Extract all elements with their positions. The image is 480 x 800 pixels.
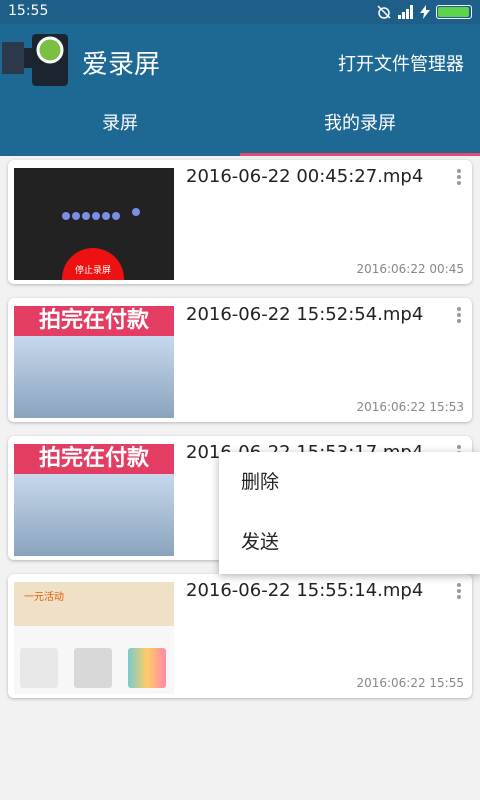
- more-options-icon[interactable]: [452, 168, 466, 186]
- recording-date: 2016:06:22 00:45: [356, 262, 464, 276]
- recording-date: 2016:06:22 15:53: [356, 400, 464, 414]
- recording-card[interactable]: 拍完在付款 2016-06-22 15:52:54.mp4 2016:06:22…: [8, 298, 472, 422]
- more-options-icon[interactable]: [452, 582, 466, 600]
- thumbnail-banner: 一元活动: [14, 582, 174, 626]
- recording-card[interactable]: 停止录屏 2016-06-22 00:45:27.mp4 2016:06:22 …: [8, 160, 472, 284]
- charging-icon: [420, 5, 430, 19]
- recording-filename: 2016-06-22 15:52:54.mp4: [186, 304, 424, 325]
- popup-menu: 删除 发送: [219, 452, 480, 574]
- tab-bar: 录屏 我的录屏: [0, 94, 480, 156]
- app-title: 爱录屏: [82, 50, 161, 80]
- status-icons: [376, 4, 472, 20]
- thumbnail-product: [128, 648, 166, 688]
- status-bar: 15:55: [0, 0, 480, 24]
- recording-filename: 2016-06-22 00:45:27.mp4: [186, 166, 424, 187]
- thumbnail-photo: [14, 474, 174, 556]
- recording-filename: 2016-06-22 15:55:14.mp4: [186, 580, 424, 601]
- app-logo-icon: [2, 34, 68, 86]
- video-thumbnail: 拍完在付款: [14, 306, 174, 418]
- signal-icon: [398, 5, 413, 19]
- tab-my-recordings[interactable]: 我的录屏: [240, 94, 480, 156]
- video-thumbnail: 一元活动: [14, 582, 174, 694]
- video-thumbnail: 停止录屏: [14, 168, 174, 280]
- thumbnail-product: [74, 648, 112, 688]
- thumbnail-banner-text: 一元活动: [24, 592, 64, 603]
- thumbnail-banner-text: 拍完在付款: [14, 306, 174, 336]
- recording-card[interactable]: 一元活动 2016-06-22 15:55:14.mp4 2016:06:22 …: [8, 574, 472, 698]
- more-options-icon[interactable]: [452, 306, 466, 324]
- recording-date: 2016:06:22 15:55: [356, 676, 464, 690]
- thumbnail-banner-text: 拍完在付款: [14, 444, 174, 474]
- send-menu-item[interactable]: 发送: [219, 512, 480, 572]
- thumbnail-product: [20, 648, 58, 688]
- video-thumbnail: 拍完在付款: [14, 444, 174, 556]
- delete-menu-item[interactable]: 删除: [219, 452, 480, 512]
- app-bar: 爱录屏 打开文件管理器: [0, 24, 480, 94]
- battery-icon: [436, 5, 472, 19]
- thumbnail-photo: [14, 336, 174, 418]
- tab-record[interactable]: 录屏: [0, 94, 240, 156]
- open-file-manager-button[interactable]: 打开文件管理器: [338, 50, 464, 76]
- alarm-off-icon: [377, 5, 391, 19]
- status-time: 15:55: [8, 3, 49, 19]
